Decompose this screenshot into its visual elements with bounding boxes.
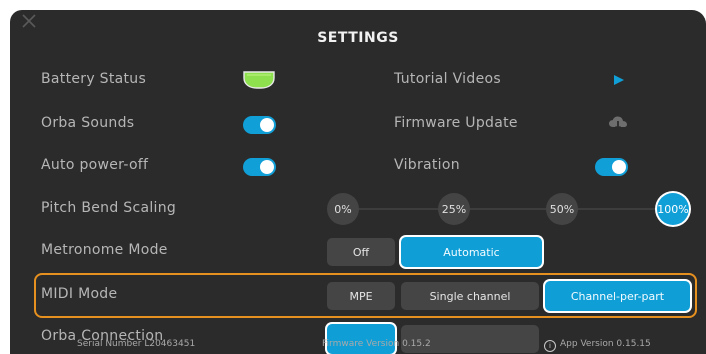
metronome-mode-label: Metronome Mode [41, 242, 168, 258]
midi-mode-label: MIDI Mode [41, 286, 118, 302]
toggle-knob [260, 160, 274, 174]
firmware-update-label: Firmware Update [394, 115, 518, 131]
firmware-version: Firmware Version 0.15.2 [322, 339, 431, 349]
auto-power-off-label: Auto power-off [41, 157, 149, 173]
vibration-toggle[interactable] [595, 158, 628, 176]
tutorial-videos-label: Tutorial Videos [394, 71, 501, 87]
battery-icon [243, 71, 275, 89]
cloud-download-icon[interactable] [608, 115, 628, 133]
pitch-bend-scaling-label: Pitch Bend Scaling [41, 200, 177, 216]
close-icon[interactable] [20, 12, 38, 30]
pitch-bend-25[interactable]: 25% [438, 193, 470, 225]
midi-mpe-button[interactable]: MPE [327, 282, 395, 310]
pitch-bend-50[interactable]: 50% [546, 193, 578, 225]
page-title: SETTINGS [317, 30, 399, 46]
vibration-label: Vibration [394, 157, 460, 173]
serial-number: Serial Number L20463451 [77, 339, 196, 349]
pitch-bend-100[interactable]: 100% [657, 193, 689, 225]
app-version: App Version 0.15.15 [560, 339, 651, 349]
toggle-knob [260, 118, 274, 132]
info-icon[interactable]: i [544, 340, 556, 352]
metronome-automatic-button[interactable]: Automatic [401, 237, 542, 267]
midi-channel-per-part-button[interactable]: Channel-per-part [545, 281, 690, 311]
metronome-off-button[interactable]: Off [327, 238, 395, 266]
auto-power-off-toggle[interactable] [243, 158, 276, 176]
pitch-bend-track [340, 208, 678, 210]
settings-panel: SETTINGS Battery Status Orba Sounds Auto… [10, 10, 706, 354]
play-icon[interactable] [613, 74, 625, 86]
app-version-container: i App Version 0.15.15 [544, 339, 651, 352]
toggle-knob [612, 160, 626, 174]
battery-status-label: Battery Status [41, 71, 147, 87]
orba-sounds-toggle[interactable] [243, 116, 276, 134]
pitch-bend-0[interactable]: 0% [327, 193, 359, 225]
orba-sounds-label: Orba Sounds [41, 115, 135, 131]
midi-single-channel-button[interactable]: Single channel [401, 282, 539, 310]
